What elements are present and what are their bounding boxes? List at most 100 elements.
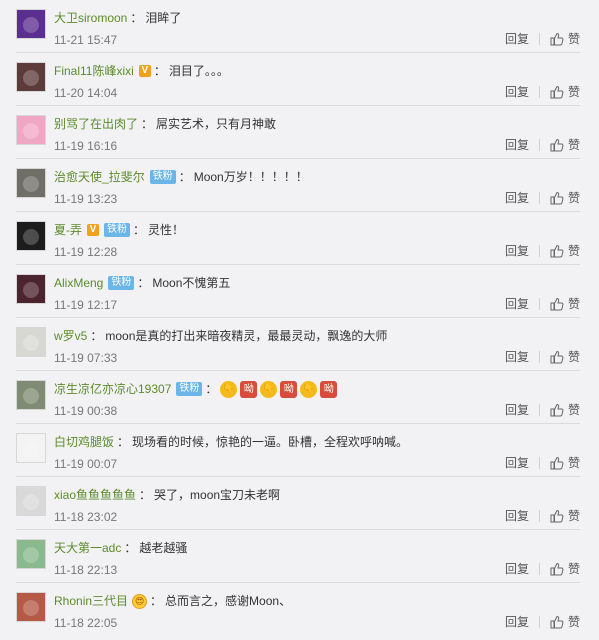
comment-item: 天大第一adc ： 越老越骚 11-18 22:13 回复 赞 xyxy=(16,530,580,583)
avatar[interactable] xyxy=(16,327,46,357)
comment-body: Final11陈峰xixi V ： 泪目了。。。 11-20 14:04 回复 … xyxy=(54,62,580,105)
like-button[interactable]: 赞 xyxy=(550,85,580,99)
action-divider xyxy=(538,404,540,416)
like-button[interactable]: 赞 xyxy=(550,244,580,258)
comment-actions: 回复 赞 xyxy=(505,403,580,417)
like-button[interactable]: 赞 xyxy=(550,32,580,46)
comment-text: 泪目了。。。 xyxy=(168,64,229,78)
comment-item: w罗v5 ： moon是真的打出来暗夜精灵，最最灵动，飘逸的大师 11-19 0… xyxy=(16,318,580,371)
comment-time: 11-18 22:05 xyxy=(54,616,118,630)
comment-item: 白切鸡腿饭 ： 现场看的时候，惊艳的一逼。卧槽，全程欢呼呐喊。 11-19 00… xyxy=(16,424,580,477)
like-button[interactable]: 赞 xyxy=(550,350,580,364)
reply-button[interactable]: 回复 xyxy=(505,297,529,311)
comment-time: 11-19 16:16 xyxy=(54,139,118,153)
avatar[interactable] xyxy=(16,486,46,516)
avatar[interactable] xyxy=(16,380,46,410)
comment-body: 天大第一adc ： 越老越骚 11-18 22:13 回复 赞 xyxy=(54,539,580,582)
username-link[interactable]: AlixMeng xyxy=(54,275,103,291)
like-button[interactable]: 赞 xyxy=(550,509,580,523)
reply-button[interactable]: 回复 xyxy=(505,509,529,523)
comment-item: 别骂了在出肉了 ： 屌实艺术，只有月神敢 11-19 16:16 回复 赞 xyxy=(16,106,580,159)
comment-item: Rhonin三代目 😍 ： 总而言之，感谢Moon、 11-18 22:05 回… xyxy=(16,583,580,636)
you-sticker-icon: 呦 xyxy=(320,380,338,398)
comment-body: 别骂了在出肉了 ： 屌实艺术，只有月神敢 11-19 16:16 回复 赞 xyxy=(54,115,580,158)
username-link[interactable]: xiao鱼鱼鱼鱼鱼 xyxy=(54,487,136,503)
like-button[interactable]: 赞 xyxy=(550,138,580,152)
reply-button[interactable]: 回复 xyxy=(505,32,529,46)
avatar[interactable] xyxy=(16,221,46,251)
action-divider xyxy=(538,245,540,257)
comment-line: Rhonin三代目 😍 ： 总而言之，感谢Moon、 xyxy=(54,592,580,610)
username-link[interactable]: Final11陈峰xixi xyxy=(54,63,134,79)
point-down-emoji-icon: 👇 xyxy=(220,380,238,398)
like-label: 赞 xyxy=(567,562,580,576)
thumbs-up-icon xyxy=(550,456,564,470)
action-divider xyxy=(538,139,540,151)
verified-badge-icon: V xyxy=(138,65,151,77)
avatar[interactable] xyxy=(16,539,46,569)
you-sticker-icon: 呦 xyxy=(280,380,298,398)
point-down-emoji-icon: 👇 xyxy=(260,380,278,398)
avatar[interactable] xyxy=(16,433,46,463)
username-link[interactable]: 治愈天使_拉斐尔 xyxy=(54,169,145,185)
avatar[interactable] xyxy=(16,115,46,145)
like-button[interactable]: 赞 xyxy=(550,403,580,417)
comment-time: 11-19 07:33 xyxy=(54,351,118,365)
reply-button[interactable]: 回复 xyxy=(505,244,529,258)
comment-body: w罗v5 ： moon是真的打出来暗夜精灵，最最灵动，飘逸的大师 11-19 0… xyxy=(54,327,580,370)
avatar[interactable] xyxy=(16,274,46,304)
comment-text: 泪眸了 xyxy=(145,11,182,25)
like-button[interactable]: 赞 xyxy=(550,456,580,470)
comment-time: 11-19 12:17 xyxy=(54,298,118,312)
reply-button[interactable]: 回复 xyxy=(505,403,529,417)
comment-line: 大卫siromoon ： 泪眸了 xyxy=(54,9,580,27)
colon-separator: ： xyxy=(150,594,163,608)
reply-button[interactable]: 回复 xyxy=(505,456,529,470)
username-link[interactable]: 凉生凉亿亦凉心19307 xyxy=(54,381,171,397)
like-label: 赞 xyxy=(567,615,580,629)
colon-separator: ： xyxy=(139,488,152,502)
username-link[interactable]: 天大第一adc xyxy=(54,540,121,556)
like-label: 赞 xyxy=(567,350,580,364)
avatar[interactable] xyxy=(16,9,46,39)
action-divider xyxy=(538,457,540,469)
colon-separator: ： xyxy=(153,64,166,78)
username-link[interactable]: 夏-弄 xyxy=(54,222,82,238)
colon-separator: ： xyxy=(141,117,154,131)
like-button[interactable]: 赞 xyxy=(550,615,580,629)
like-label: 赞 xyxy=(567,509,580,523)
comment-actions: 回复 赞 xyxy=(505,138,580,152)
like-label: 赞 xyxy=(567,85,580,99)
username-link[interactable]: Rhonin三代目 xyxy=(54,593,128,609)
like-button[interactable]: 赞 xyxy=(550,297,580,311)
like-label: 赞 xyxy=(567,297,580,311)
reply-button[interactable]: 回复 xyxy=(505,350,529,364)
username-link[interactable]: 白切鸡腿饭 xyxy=(54,434,114,450)
avatar[interactable] xyxy=(16,168,46,198)
point-down-emoji-icon: 👇 xyxy=(300,380,318,398)
comment-body: AlixMeng 铁粉 ： Moon不愧第五 11-19 12:17 回复 赞 xyxy=(54,274,580,317)
reply-button[interactable]: 回复 xyxy=(505,191,529,205)
comment-line: 别骂了在出肉了 ： 屌实艺术，只有月神敢 xyxy=(54,115,580,133)
avatar[interactable] xyxy=(16,592,46,622)
like-button[interactable]: 赞 xyxy=(550,191,580,205)
comment-actions: 回复 赞 xyxy=(505,562,580,576)
fan-badge: 铁粉 xyxy=(176,382,203,396)
comment-actions: 回复 赞 xyxy=(505,350,580,364)
comment-actions: 回复 赞 xyxy=(505,85,580,99)
comment-body: Rhonin三代目 😍 ： 总而言之，感谢Moon、 11-18 22:05 回… xyxy=(54,592,580,635)
comment-actions: 回复 赞 xyxy=(505,191,580,205)
username-link[interactable]: 别骂了在出肉了 xyxy=(54,116,138,132)
thumbs-up-icon xyxy=(550,32,564,46)
username-link[interactable]: 大卫siromoon xyxy=(54,10,127,26)
reply-button[interactable]: 回复 xyxy=(505,85,529,99)
colon-separator: ： xyxy=(133,223,146,237)
avatar[interactable] xyxy=(16,62,46,92)
reply-button[interactable]: 回复 xyxy=(505,562,529,576)
like-button[interactable]: 赞 xyxy=(550,562,580,576)
username-link[interactable]: w罗v5 xyxy=(54,328,87,344)
reply-button[interactable]: 回复 xyxy=(505,615,529,629)
reply-button[interactable]: 回复 xyxy=(505,138,529,152)
comment-text: 屌实艺术，只有月神敢 xyxy=(156,117,277,131)
thumbs-up-icon xyxy=(550,191,564,205)
